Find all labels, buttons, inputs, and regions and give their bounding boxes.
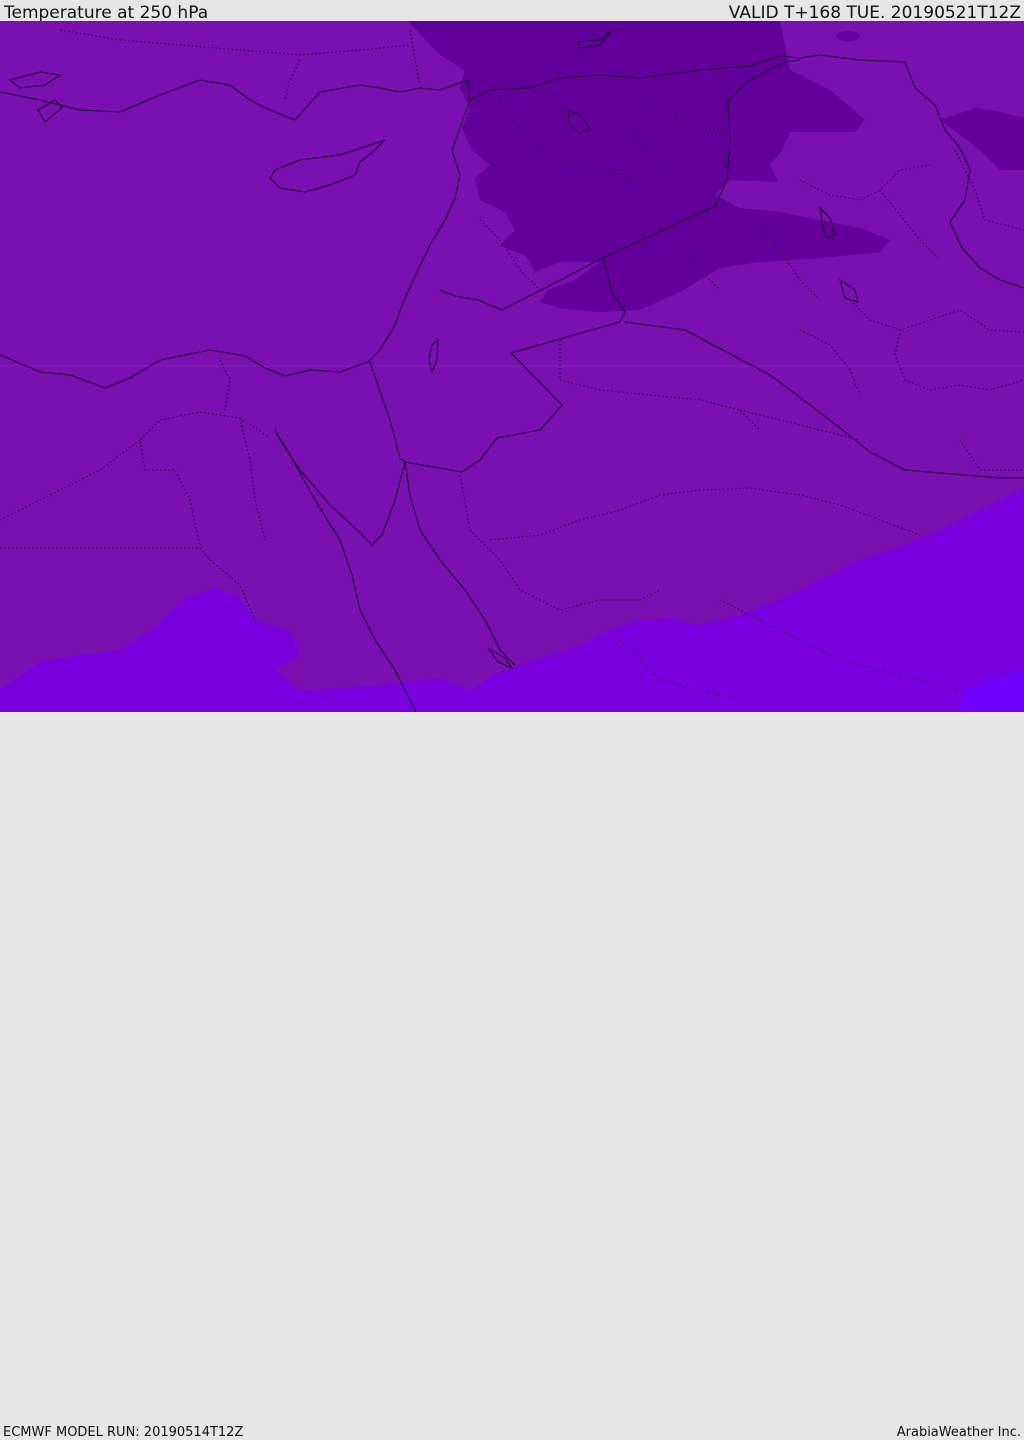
map-view[interactable] — [0, 21, 1024, 712]
footer-bar: ECMWF MODEL RUN: 20190514T12Z ArabiaWeat… — [0, 712, 1024, 1440]
credit: ArabiaWeather Inc. — [896, 1425, 1021, 1440]
cold-spot — [836, 31, 860, 41]
valid-time: VALID T+168 TUE. 20190521T12Z — [728, 3, 1021, 23]
map-canvas — [0, 21, 1024, 712]
model-run: ECMWF MODEL RUN: 20190514T12Z — [3, 1425, 244, 1440]
map-title: Temperature at 250 hPa — [4, 3, 209, 23]
header-bar: Temperature at 250 hPa VALID T+168 TUE. … — [0, 0, 1024, 23]
